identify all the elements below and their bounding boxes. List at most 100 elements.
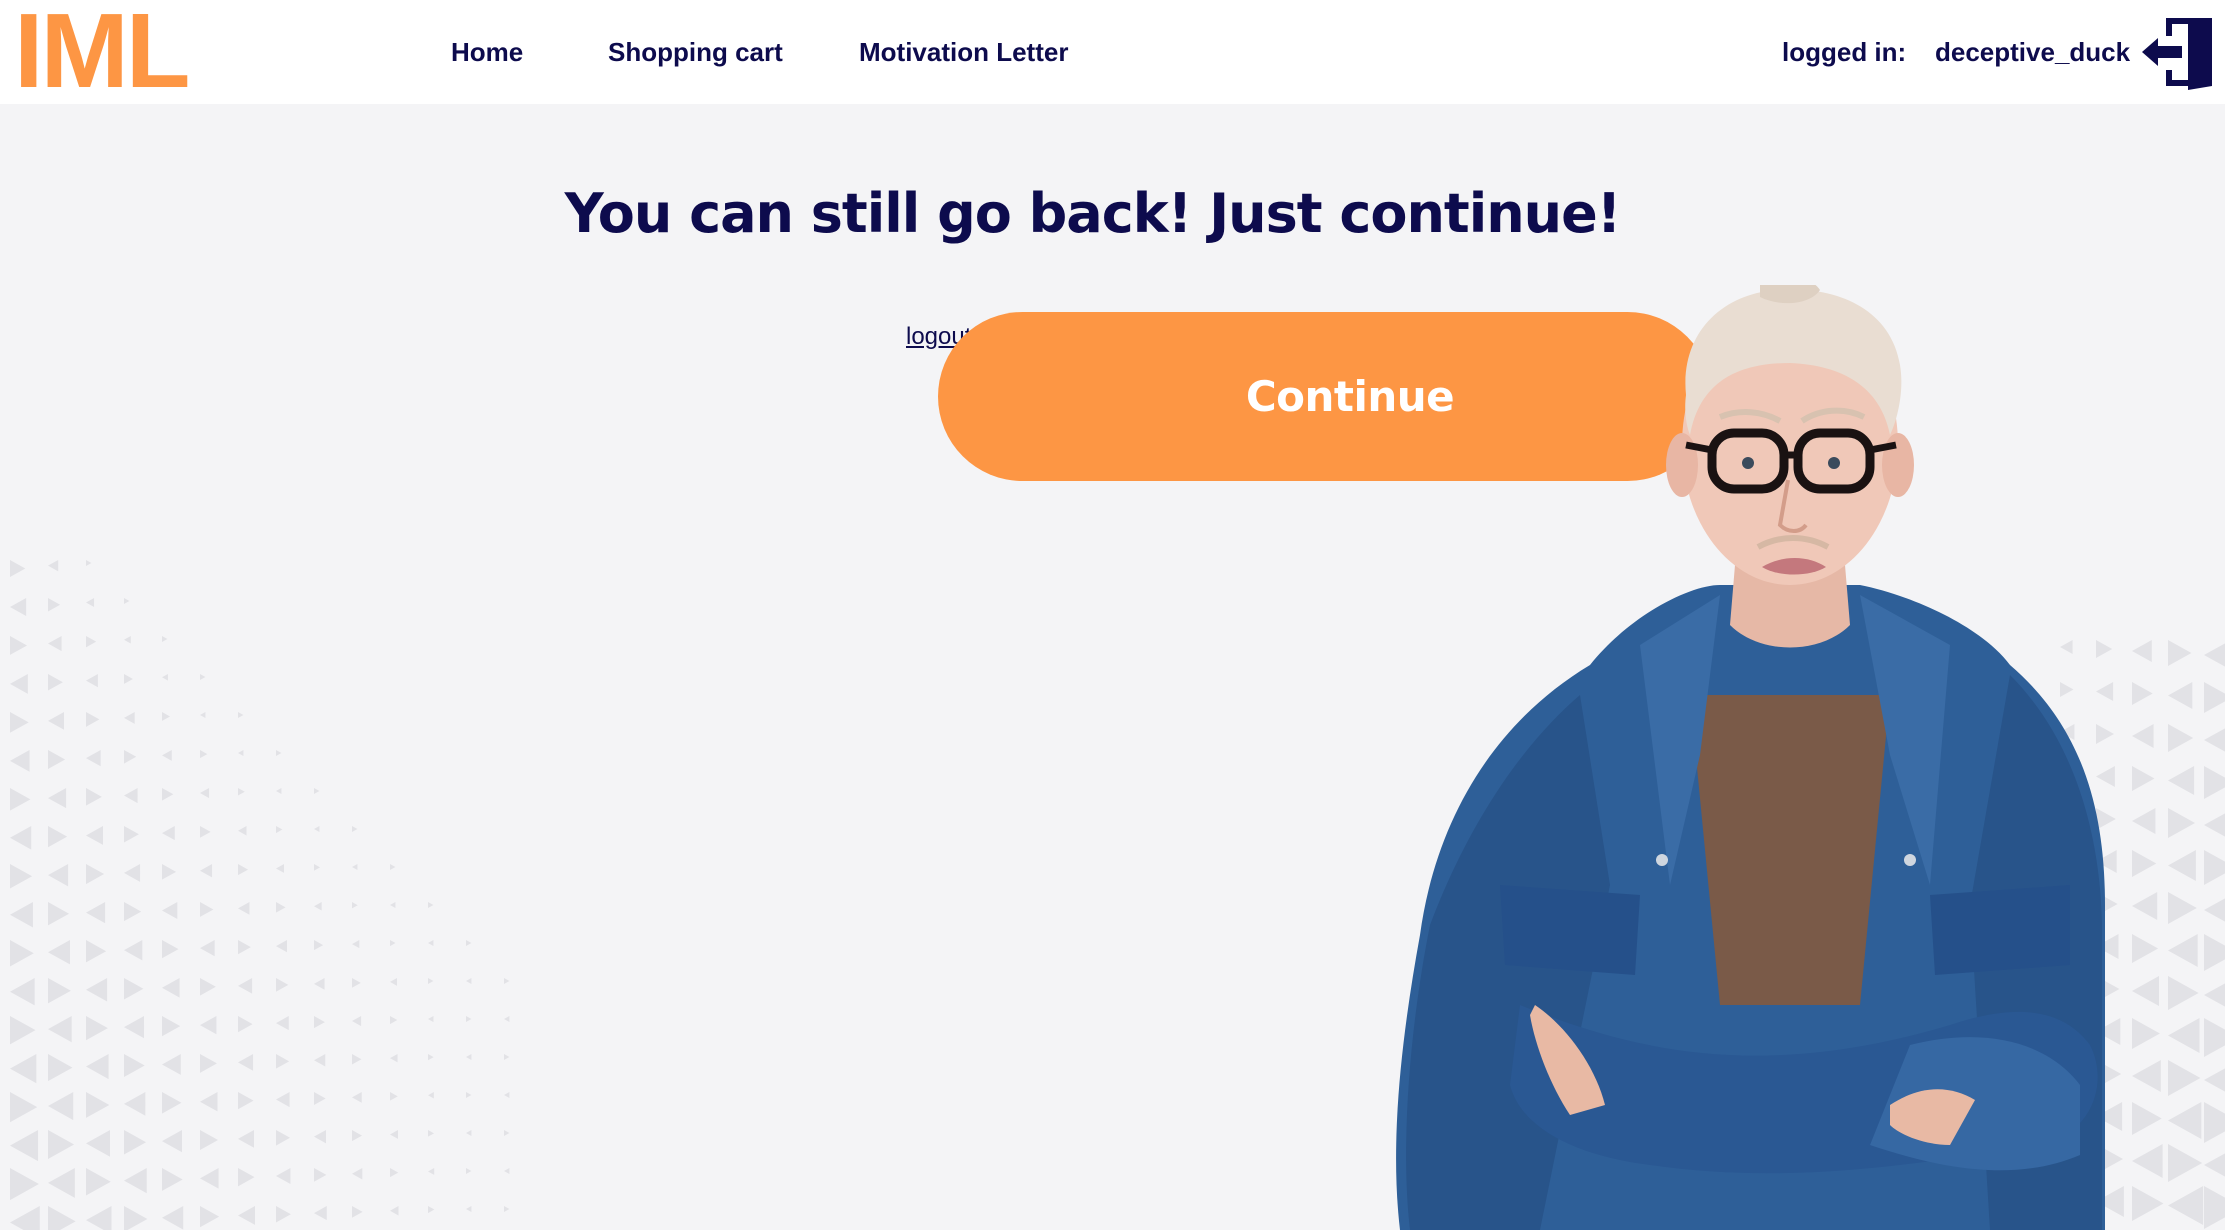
pattern-triangle (352, 1016, 362, 1027)
pattern-triangle (86, 674, 98, 688)
pattern-triangle (276, 864, 285, 873)
pattern-triangle (428, 1092, 434, 1099)
pattern-triangle (200, 1130, 219, 1151)
pattern-triangle (352, 1054, 362, 1065)
nav-shopping-cart[interactable]: Shopping cart (608, 36, 783, 68)
nav-motivation-letter[interactable]: Motivation Letter (859, 36, 1068, 68)
pattern-triangle (504, 1016, 510, 1022)
pattern-triangle (10, 750, 30, 772)
pattern-triangle (200, 1054, 217, 1073)
pattern-triangle (238, 1130, 255, 1148)
pattern-triangle (48, 978, 71, 1004)
pattern-triangle (10, 1016, 36, 1045)
pattern-triangle (86, 712, 100, 727)
pattern-triangle (162, 864, 177, 880)
pattern-triangle (10, 1054, 37, 1084)
pattern-triangle (124, 940, 143, 961)
pattern-triangle (390, 1130, 399, 1139)
nav-home[interactable]: Home (451, 36, 523, 68)
pattern-triangle (276, 940, 287, 953)
pattern-triangle (390, 1016, 398, 1025)
pattern-triangle (238, 864, 249, 876)
pattern-triangle (10, 864, 33, 889)
pattern-triangle (238, 712, 244, 718)
pattern-triangle (314, 940, 324, 951)
pattern-triangle (10, 712, 29, 733)
pattern-triangle (124, 1206, 148, 1230)
pattern-triangle (48, 1206, 76, 1230)
pattern-triangle (48, 1130, 75, 1159)
pattern-triangle (390, 1092, 398, 1101)
pattern-triangle (352, 826, 358, 832)
pattern-triangle (352, 1168, 363, 1180)
pattern-triangle (48, 674, 63, 691)
pattern-triangle (86, 636, 97, 648)
pattern-triangle (162, 1206, 184, 1230)
pattern-triangle (10, 1168, 39, 1201)
pattern-triangle (48, 560, 59, 572)
pattern-triangle (86, 1168, 111, 1196)
pattern-triangle (390, 902, 396, 908)
pattern-triangle (428, 1130, 435, 1137)
pattern-triangle (124, 1016, 145, 1039)
pattern-triangle (504, 1054, 510, 1060)
pattern-triangle (162, 674, 168, 681)
pattern-triangle (238, 1016, 253, 1033)
pattern-triangle (428, 902, 434, 908)
pattern-triangle (162, 1016, 181, 1037)
pattern-triangle (124, 750, 137, 764)
pattern-triangle (466, 978, 472, 984)
pattern-triangle (238, 826, 247, 836)
pattern-triangle (314, 1054, 326, 1067)
pattern-triangle (428, 1054, 434, 1061)
pattern-triangle (200, 1206, 220, 1228)
pattern-triangle (504, 1168, 510, 1174)
pattern-triangle (200, 902, 214, 917)
top-navigation-bar: IML Home Shopping cart Motivation Letter… (0, 0, 2225, 106)
pattern-triangle (276, 788, 282, 794)
page-heading: You can still go back! Just continue! (564, 182, 1622, 245)
pattern-triangle (504, 978, 510, 984)
pattern-triangle (10, 560, 26, 577)
pattern-triangle (314, 902, 322, 911)
pattern-triangle (200, 1016, 217, 1035)
pattern-triangle (86, 788, 102, 806)
pattern-triangle (10, 788, 31, 811)
pattern-triangle (48, 1016, 72, 1043)
pattern-triangle (124, 864, 141, 882)
pattern-triangle (86, 902, 106, 924)
pattern-triangle (10, 940, 34, 967)
logout-door-icon[interactable] (2138, 14, 2214, 90)
pattern-triangle (390, 940, 396, 947)
pattern-triangle (466, 1054, 472, 1060)
pattern-triangle (86, 1054, 109, 1080)
pattern-triangle (390, 1206, 399, 1216)
pattern-triangle (48, 826, 68, 848)
pattern-triangle (466, 1168, 472, 1174)
pattern-triangle (314, 1092, 326, 1105)
pattern-triangle (352, 1092, 362, 1103)
pattern-triangle (352, 902, 358, 909)
pattern-triangle (86, 1206, 112, 1230)
pattern-triangle (466, 940, 472, 946)
pattern-triangle (238, 902, 250, 915)
pattern-triangle (238, 1168, 255, 1187)
pattern-triangle (48, 1054, 73, 1082)
pattern-triangle (504, 1092, 510, 1098)
pattern-triangle (238, 1092, 254, 1110)
pattern-triangle (200, 712, 206, 718)
pattern-triangle (10, 674, 28, 694)
pattern-triangle (276, 1206, 291, 1223)
pattern-triangle (10, 978, 35, 1006)
pattern-triangle (276, 826, 283, 834)
pattern-triangle (352, 940, 360, 949)
pattern-triangle (466, 1206, 472, 1212)
pattern-triangle (200, 750, 208, 759)
pattern-triangle (276, 1016, 289, 1031)
pattern-triangle (48, 940, 70, 965)
pattern-triangle (10, 1130, 39, 1162)
pattern-triangle (86, 560, 92, 566)
logo[interactable]: IML (14, 0, 190, 106)
pattern-triangle (86, 940, 107, 963)
pattern-triangle (124, 788, 138, 804)
